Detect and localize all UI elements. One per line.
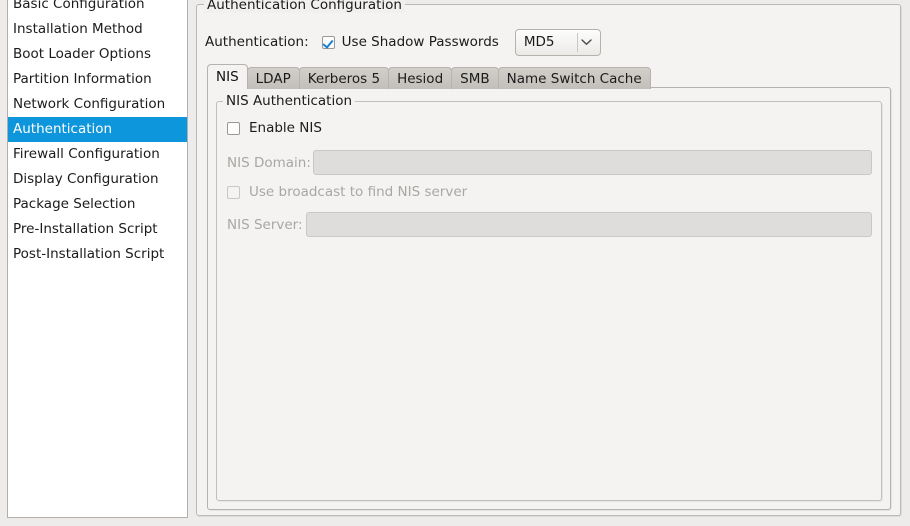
nis-server-row: NIS Server: [227, 212, 872, 237]
chevron-down-glyph [581, 39, 593, 45]
sidebar-item-label: Post-Installation Script [13, 246, 165, 262]
tab-label: Hesiod [397, 71, 444, 87]
sidebar-item-installation-method[interactable]: Installation Method [8, 17, 187, 42]
sidebar-item-label: Firewall Configuration [13, 146, 160, 162]
nis-domain-row: NIS Domain: [227, 150, 872, 175]
tab-ldap[interactable]: LDAP [246, 67, 300, 89]
chevron-down-icon [579, 30, 595, 55]
authentication-label: Authentication: [205, 34, 309, 50]
nis-authentication-title: NIS Authentication [223, 93, 356, 109]
sidebar-item-label: Network Configuration [13, 96, 166, 112]
use-broadcast-row: Use broadcast to find NIS server [227, 184, 467, 200]
sidebar-item-label: Display Configuration [13, 171, 159, 187]
tab-label: SMB [460, 71, 490, 87]
use-shadow-passwords-label: Use Shadow Passwords [341, 34, 499, 50]
sidebar-item-label: Installation Method [13, 21, 143, 37]
dropdown-separator [576, 32, 578, 52]
tab-hesiod[interactable]: Hesiod [388, 67, 453, 89]
sidebar-item-network-configuration[interactable]: Network Configuration [8, 92, 187, 117]
nis-server-label: NIS Server: [227, 216, 303, 233]
sidebar-item-label: Boot Loader Options [13, 46, 151, 62]
authentication-configuration-title: Authentication Configuration [204, 0, 405, 13]
password-hash-dropdown[interactable]: MD5 [514, 28, 601, 56]
authentication-tab-bar[interactable]: NIS LDAP Kerberos 5 Hesiod SMB Name Swit… [207, 64, 651, 89]
sidebar-item-label: Basic Configuration [13, 0, 145, 12]
sidebar-item-pre-installation-script[interactable]: Pre-Installation Script [8, 217, 187, 242]
tab-label: NIS [216, 69, 239, 85]
sidebar-item-label: Pre-Installation Script [13, 221, 158, 237]
sidebar-item-authentication[interactable]: Authentication [8, 117, 187, 142]
sidebar-item-label: Package Selection [13, 196, 136, 212]
sidebar-item-display-configuration[interactable]: Display Configuration [8, 167, 187, 192]
nis-tab-panel: NIS Authentication Enable NIS NIS Domain… [207, 87, 891, 510]
nis-domain-input[interactable] [313, 150, 872, 175]
enable-nis-row: Enable NIS [227, 120, 322, 136]
tab-label: Kerberos 5 [307, 71, 381, 87]
tab-label: LDAP [255, 71, 291, 87]
sidebar-item-package-selection[interactable]: Package Selection [8, 192, 187, 217]
authentication-row: Authentication: Use Shadow Passwords MD5 [205, 27, 601, 57]
sidebar-item-post-installation-script[interactable]: Post-Installation Script [8, 242, 187, 267]
use-shadow-passwords-checkbox[interactable] [321, 35, 335, 49]
sidebar-item-label: Partition Information [13, 71, 152, 87]
nis-server-input[interactable] [306, 212, 872, 237]
tab-smb[interactable]: SMB [451, 67, 499, 89]
nis-domain-label: NIS Domain: [227, 154, 311, 171]
sidebar-item-boot-loader-options[interactable]: Boot Loader Options [8, 42, 187, 67]
tab-name-switch-cache[interactable]: Name Switch Cache [497, 67, 651, 89]
password-hash-value: MD5 [523, 34, 555, 50]
sidebar-item-firewall-configuration[interactable]: Firewall Configuration [8, 142, 187, 167]
authentication-configuration-frame: Authentication Configuration Authenticat… [196, 0, 901, 516]
enable-nis-checkbox[interactable] [227, 121, 240, 135]
tab-nis[interactable]: NIS [207, 64, 248, 89]
tab-label: Name Switch Cache [506, 71, 642, 87]
tab-kerberos-5[interactable]: Kerberos 5 [298, 67, 390, 89]
use-broadcast-checkbox[interactable] [227, 185, 240, 199]
configuration-sidebar[interactable]: Basic Configuration Installation Method … [7, 0, 188, 518]
enable-nis-label: Enable NIS [249, 120, 322, 136]
sidebar-item-basic-configuration[interactable]: Basic Configuration [8, 0, 187, 17]
sidebar-item-partition-information[interactable]: Partition Information [8, 67, 187, 92]
nis-authentication-group: NIS Authentication Enable NIS NIS Domain… [216, 93, 882, 501]
sidebar-item-label: Authentication [13, 121, 113, 137]
use-broadcast-label: Use broadcast to find NIS server [249, 184, 468, 200]
